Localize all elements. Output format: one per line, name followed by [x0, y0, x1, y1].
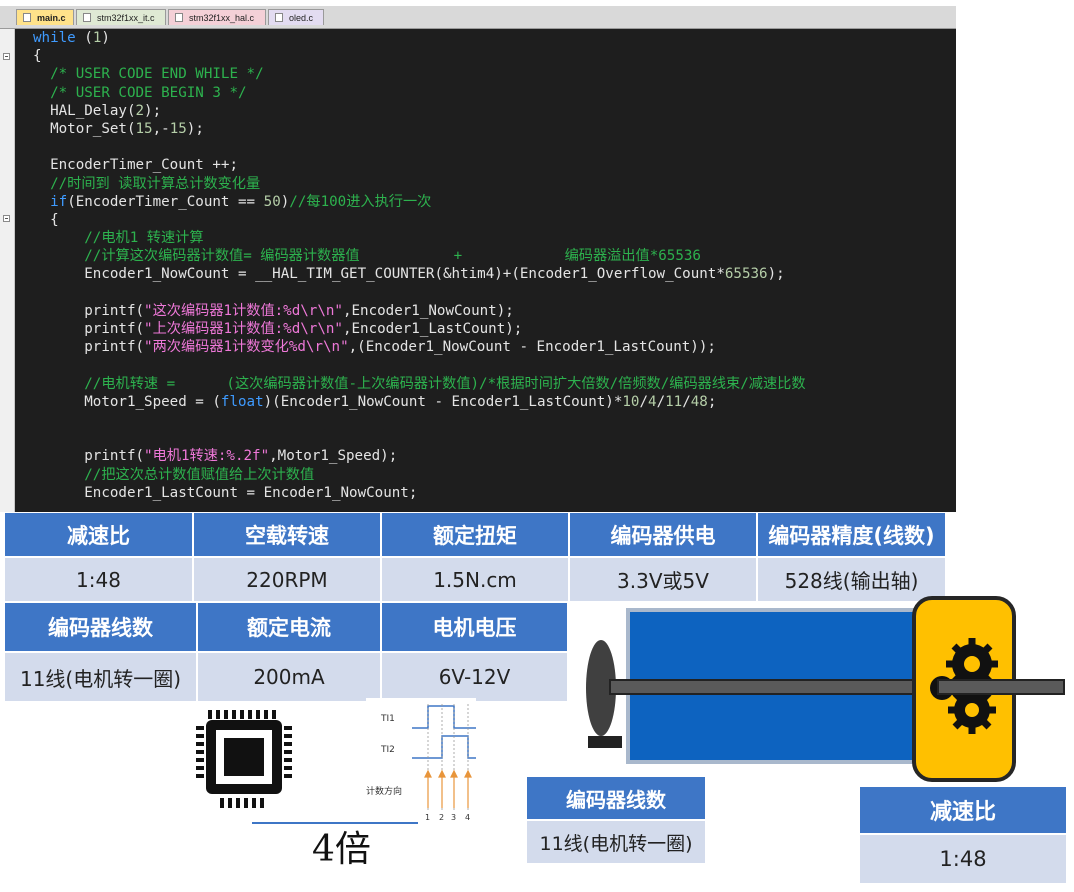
output-shaft [937, 679, 1065, 695]
header-motor-voltage: 电机电压 [381, 602, 568, 652]
code-line: //计算这次编码器计数值= 编码器计数器值 + 编码器溢出值*65536 [84, 248, 701, 265]
divider-line [252, 822, 418, 824]
code-line: //电机转速 = (这次编码器计数值-上次编码器计数值)/*根据时间扩大倍数/倍… [84, 375, 806, 392]
header-rated-current: 额定电流 [197, 602, 381, 652]
value-motor-voltage: 6V-12V [381, 652, 568, 702]
code-line: Encoder1_LastCount = Encoder1_NowCount; [33, 484, 418, 501]
code-line: HAL_Delay(2); [33, 102, 162, 119]
tick-3: 3 [451, 813, 456, 822]
encoder-lines-box-header: 编码器线数 [526, 776, 706, 820]
tab-stm32f1xx-hal-c[interactable]: stm32f1xx_hal.c [168, 9, 266, 25]
ti1-label: TI1 [380, 714, 395, 724]
code-line: ​ [33, 356, 806, 374]
header-reduction-ratio: 减速比 [4, 512, 193, 557]
reduction-ratio-box-value: 1:48 [859, 834, 1067, 884]
code-line: Encoder1_NowCount = __HAL_TIM_GET_COUNTE… [33, 266, 785, 283]
encoder-lines-box-value: 11线(电机转一圈) [526, 820, 706, 864]
code-line: /* USER CODE END WHILE */ [50, 66, 264, 83]
reduction-ratio-box-header: 减速比 [859, 786, 1067, 834]
tab-stm32f1xx-it-c[interactable]: stm32f1xx_it.c [76, 9, 166, 25]
editor-gutter [0, 29, 15, 512]
tab-label: oled.c [289, 13, 314, 23]
value-no-load-speed: 220RPM [193, 557, 381, 602]
value-encoder-lines: 11线(电机转一圈) [4, 652, 197, 702]
code-line: EncoderTimer_Count ++; [33, 157, 238, 174]
tab-main-c[interactable]: main.c [16, 9, 74, 25]
ti2-label: TI2 [380, 745, 395, 755]
motor-gearbox-diagram [586, 596, 1065, 782]
tick-1: 1 [425, 813, 430, 822]
code-line: //时间到 读取计算总计数变化量 [50, 175, 261, 192]
tab-label: main.c [37, 13, 66, 23]
header-no-load-speed: 空载转速 [193, 512, 381, 557]
code-line: while (1) [33, 30, 110, 46]
file-icon [275, 13, 283, 22]
code-line: ​ [33, 411, 806, 429]
file-icon [175, 13, 183, 22]
file-icon [83, 13, 91, 22]
code-line: printf("上次编码器1计数值:%d\r\n",Encoder1_LastC… [33, 321, 523, 337]
fold-toggle-icon[interactable] [3, 215, 10, 222]
code-line: { [33, 211, 59, 228]
code-line: { [33, 48, 42, 65]
tab-label: stm32f1xx_it.c [97, 13, 155, 23]
motor-shaft [609, 679, 937, 695]
fold-toggle-icon[interactable] [3, 53, 10, 60]
code-line: //把这次总计数值赋值给上次计数值 [84, 466, 315, 483]
code-line: Motor_Set(15,-15); [33, 120, 204, 137]
code-text: while (1) { /* USER CODE END WHILE */ /* … [33, 29, 806, 502]
code-line: printf("两次编码器1计数变化%d\r\n",(Encoder1_NowC… [33, 339, 716, 356]
tick-4: 4 [465, 813, 470, 822]
chip-icon [196, 710, 292, 808]
code-line: Motor1_Speed = (float)(Encoder1_NowCount… [33, 393, 717, 410]
editor-tab-bar: main.c stm32f1xx_it.c stm32f1xx_hal.c ol… [0, 6, 956, 29]
file-icon [23, 13, 31, 22]
tab-oled-c[interactable]: oled.c [268, 9, 324, 25]
header-rated-torque: 额定扭矩 [381, 512, 569, 557]
multiplier-label: 4倍 [312, 829, 371, 870]
code-line: printf("电机1转速:%.2f",Motor1_Speed); [33, 448, 398, 465]
tick-2: 2 [439, 813, 444, 822]
code-line: /* USER CODE BEGIN 3 */ [50, 84, 247, 101]
quadrature-timing-diagram: TI1 TI2 计数方向 1 2 3 4 [366, 698, 476, 824]
code-line: //电机1 转速计算 [84, 230, 204, 247]
header-encoder-resolution: 编码器精度(线数) [757, 512, 946, 557]
code-editor[interactable]: while (1) { /* USER CODE END WHILE */ /* … [15, 29, 956, 512]
count-direction-label: 计数方向 [366, 785, 402, 797]
code-line: ​ [33, 138, 806, 156]
code-line: ​ [33, 429, 806, 447]
value-rated-torque: 1.5N.cm [381, 557, 569, 602]
code-line: printf("这次编码器1计数值:%d\r\n",Encoder1_NowCo… [33, 302, 514, 319]
value-reduction-ratio: 1:48 [4, 557, 193, 602]
value-rated-current: 200mA [197, 652, 381, 702]
code-line: if(EncoderTimer_Count == 50)//每100进入执行一次 [50, 193, 432, 210]
encoder-base [588, 736, 622, 748]
tab-label: stm32f1xx_hal.c [189, 13, 255, 23]
code-line: ​ [33, 284, 806, 302]
header-encoder-lines: 编码器线数 [4, 602, 197, 652]
header-encoder-supply: 编码器供电 [569, 512, 757, 557]
